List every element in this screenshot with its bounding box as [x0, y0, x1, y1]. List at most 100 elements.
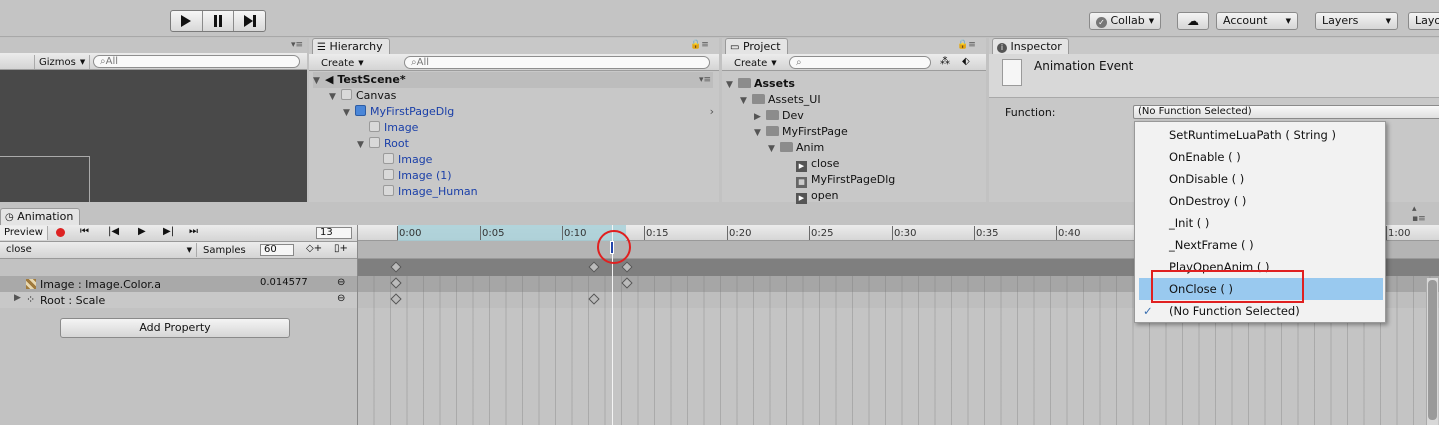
tick-label: 0:20: [729, 228, 752, 239]
property-label: Root : Scale: [40, 294, 106, 307]
property-row[interactable]: ▶ ⁘ Root : Scale ⊖: [0, 292, 357, 308]
curve-options-icon[interactable]: ⊖: [337, 293, 345, 304]
menu-item[interactable]: SetRuntimeLuaPath ( String ): [1135, 124, 1385, 146]
next-keyframe-icon[interactable]: ▶|: [163, 226, 174, 237]
project-item[interactable]: ▦ MyFirstPageDlg: [796, 172, 895, 188]
project-item[interactable]: ▶ open: [796, 188, 838, 204]
menu-item[interactable]: OnDisable ( ): [1135, 168, 1385, 190]
layers-label: Layers: [1322, 14, 1359, 27]
samples-field[interactable]: 60: [260, 244, 294, 256]
prev-keyframe-icon[interactable]: |◀: [108, 226, 119, 237]
hierarchy-item[interactable]: ▼ Canvas: [329, 88, 396, 104]
menu-item-checked[interactable]: ✓ (No Function Selected): [1135, 300, 1385, 322]
hierarchy-create-dropdown[interactable]: Create ▼: [317, 56, 368, 70]
gizmos-dropdown[interactable]: Gizmos ▼: [34, 55, 91, 69]
project-item[interactable]: ▶ Dev: [754, 108, 804, 124]
menu-item[interactable]: OnEnable ( ): [1135, 146, 1385, 168]
tab-hierarchy[interactable]: ☰ Hierarchy: [312, 38, 390, 55]
tick: [892, 226, 893, 240]
hierarchy-item[interactable]: Image (1): [383, 168, 452, 184]
cloud-icon: ☁: [1187, 14, 1199, 28]
step-button[interactable]: [234, 11, 265, 31]
curve-options-icon[interactable]: ⊖: [337, 277, 345, 288]
play-icon[interactable]: ▶: [138, 226, 146, 237]
first-keyframe-icon[interactable]: ⏮: [80, 226, 89, 237]
pause-button[interactable]: [203, 11, 235, 31]
project-search-input[interactable]: ⌕: [789, 56, 931, 69]
record-button[interactable]: [56, 228, 65, 237]
canvas-outline: [0, 156, 90, 202]
clip-dropdown[interactable]: close ▼: [2, 243, 197, 257]
panel-menu-icon[interactable]: ▴ ▪≡: [1412, 204, 1426, 224]
tab-inspector[interactable]: i Inspector: [992, 38, 1069, 55]
project-item[interactable]: ▼ Assets: [726, 76, 795, 92]
scene-viewport[interactable]: [0, 70, 307, 202]
hierarchy-toolbar: Create ▼ ⌕All: [309, 54, 719, 71]
layers-button[interactable]: Layers ▼: [1315, 12, 1398, 30]
menu-item[interactable]: _Init ( ): [1135, 212, 1385, 234]
timeline-scrollbar[interactable]: [1426, 278, 1438, 425]
project-item[interactable]: ▼ MyFirstPage: [754, 124, 848, 140]
last-keyframe-icon[interactable]: ⏭: [189, 226, 198, 237]
scrollbar-thumb[interactable]: [1428, 280, 1437, 420]
menu-item[interactable]: OnDestroy ( ): [1135, 190, 1385, 212]
lock-icon[interactable]: 🔒≡: [690, 40, 709, 50]
tick: [644, 226, 645, 240]
add-keyframe-icon[interactable]: ◇+: [306, 243, 322, 254]
project-create-dropdown[interactable]: Create ▼: [730, 56, 781, 70]
function-dropdown[interactable]: (No Function Selected): [1133, 105, 1439, 119]
project-item[interactable]: ▶ close: [796, 156, 839, 172]
preview-toggle[interactable]: Preview: [0, 226, 48, 240]
folder-icon: ▭: [730, 42, 740, 53]
tick: [1386, 226, 1387, 240]
hierarchy-item[interactable]: Image: [383, 152, 432, 168]
scene-menu-icon[interactable]: ▾≡: [699, 72, 711, 88]
property-row[interactable]: Image : Image.Color.a 0.014577 ⊖: [0, 276, 357, 292]
filter-label-icon[interactable]: ⬖: [962, 56, 970, 67]
clock-icon: ◷: [5, 212, 14, 223]
add-event-icon[interactable]: ▯+: [334, 243, 348, 254]
tick-label: 0:30: [894, 228, 917, 239]
tick-label: 0:40: [1058, 228, 1081, 239]
lock-icon[interactable]: 🔒≡: [957, 40, 976, 50]
scene-search-input[interactable]: ⌕All: [93, 55, 300, 68]
hierarchy-item[interactable]: Image_Human: [383, 184, 478, 200]
expand-arrow-icon[interactable]: ▶: [14, 293, 21, 303]
anim-clip-bar: close ▼ Samples 60 ◇+ ▯+: [0, 242, 357, 259]
filter-type-icon[interactable]: ⁂: [940, 56, 950, 67]
collab-button[interactable]: ✓ Collab ▼: [1089, 12, 1162, 30]
panel-menu-icon[interactable]: ▾≡: [291, 40, 303, 50]
scene-row[interactable]: ▼ ◀ TestScene* ▾≡: [313, 72, 713, 88]
layout-button[interactable]: Layo: [1408, 12, 1439, 30]
project-toolbar: Create ▼ ⌕ ⁂ ⬖: [722, 54, 986, 71]
tick-label: 0:10: [564, 228, 587, 239]
animation-clip-icon: ▶: [796, 193, 807, 204]
property-value[interactable]: 0.014577: [260, 277, 308, 288]
info-icon: i: [997, 43, 1007, 53]
add-property-button[interactable]: Add Property: [60, 318, 290, 338]
chevron-right-icon[interactable]: ›: [710, 104, 714, 120]
play-button[interactable]: [171, 11, 203, 31]
gameobject-icon: [341, 89, 352, 100]
gameobject-icon: [369, 137, 380, 148]
tab-project[interactable]: ▭ Project: [725, 38, 788, 55]
hierarchy-item[interactable]: ▼ MyFirstPageDlg ›: [343, 104, 718, 120]
hierarchy-item[interactable]: ▼ Root: [357, 136, 409, 152]
project-item[interactable]: ▼ Anim: [768, 140, 824, 156]
image-component-icon: [26, 279, 36, 289]
tick-label: 1:00: [1388, 228, 1411, 239]
hierarchy-search-input[interactable]: ⌕All: [404, 56, 710, 69]
project-item[interactable]: ▼ Assets_UI: [740, 92, 821, 108]
collab-label: Collab: [1110, 14, 1145, 27]
hierarchy-item[interactable]: Image: [369, 120, 418, 136]
cloud-button[interactable]: ☁: [1177, 12, 1209, 30]
folder-icon: [766, 126, 779, 136]
tab-animation[interactable]: ◷ Animation: [0, 208, 81, 225]
annotation-circle: [597, 230, 631, 264]
frame-field[interactable]: 13: [316, 227, 352, 239]
account-button[interactable]: Account ▼: [1216, 12, 1298, 30]
project-list: ▼ Assets ▼ Assets_UI ▶ Dev ▼ MyFirstPage ▼ An…: [722, 71, 986, 204]
inspector-header: Animation Event: [989, 54, 1439, 98]
menu-item[interactable]: _NextFrame ( ): [1135, 234, 1385, 256]
tick-label: 0:35: [976, 228, 999, 239]
